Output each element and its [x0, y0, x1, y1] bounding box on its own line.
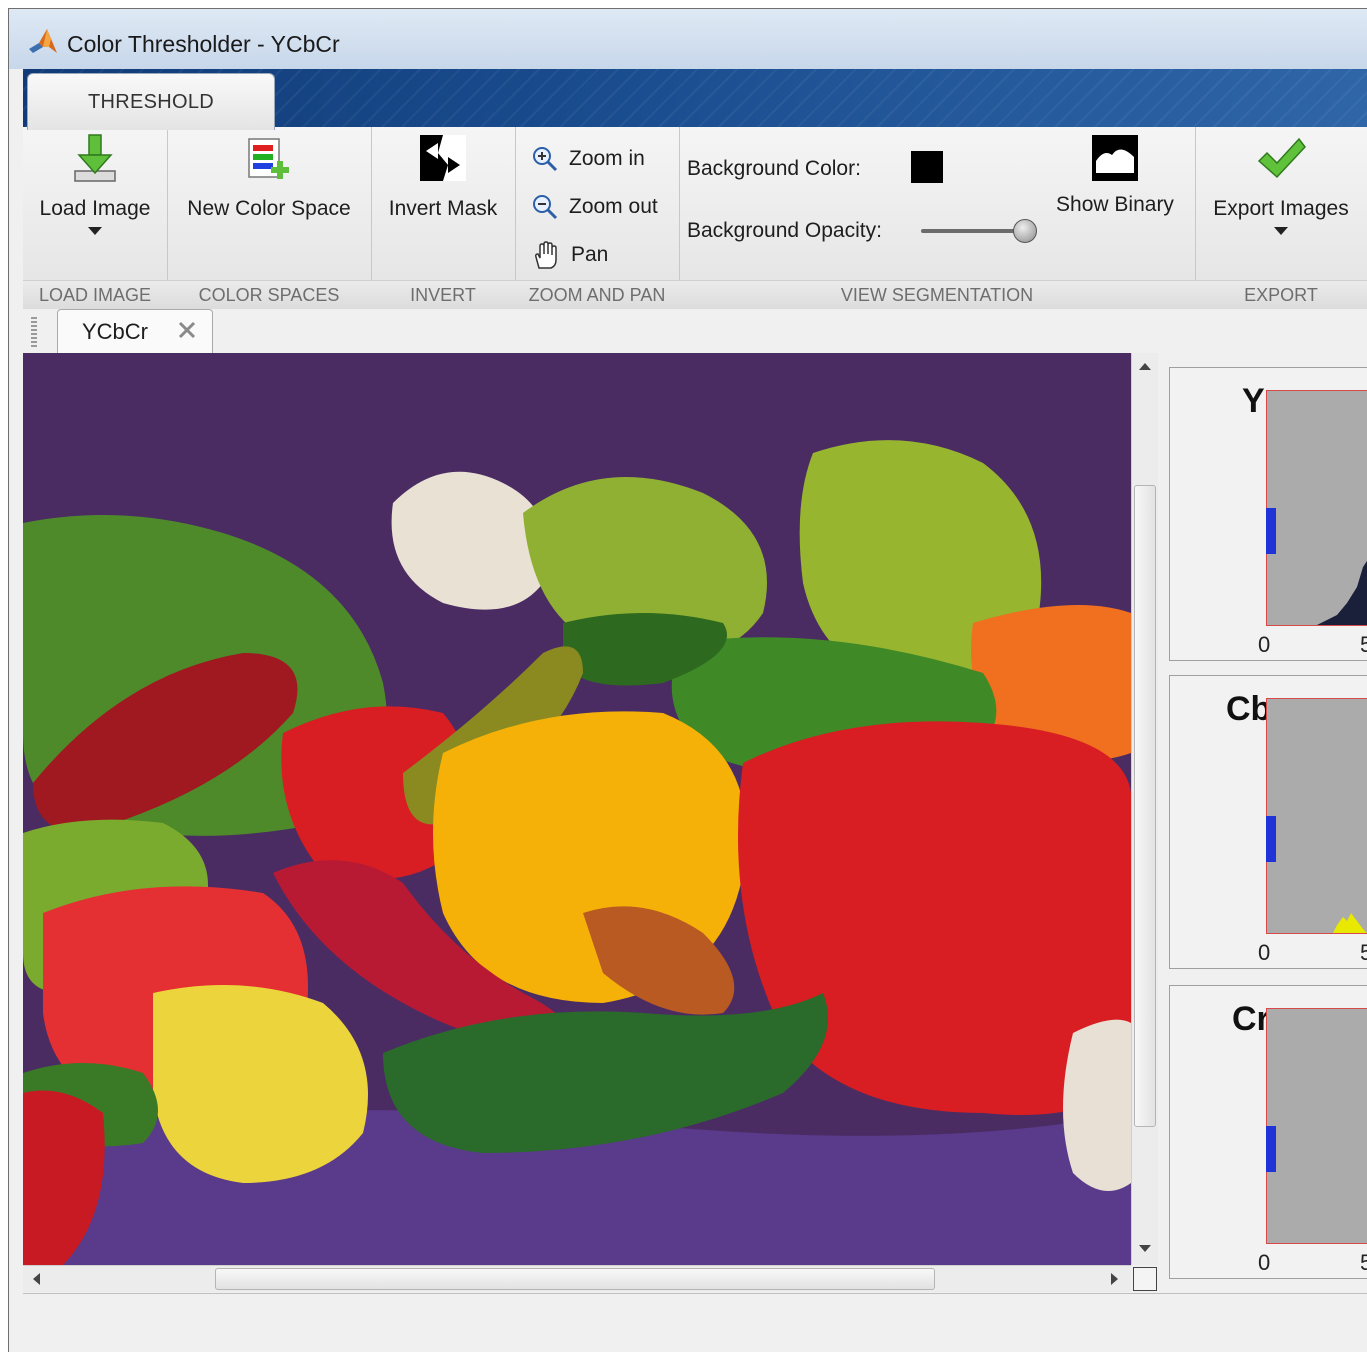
pan-hand-icon [535, 241, 557, 269]
status-bar [23, 1293, 1367, 1352]
horizontal-scroll-thumb[interactable] [215, 1268, 935, 1290]
new-color-space-icon [248, 138, 289, 179]
invert-mask-icon [420, 135, 466, 181]
tab-threshold[interactable]: THRESHOLD [27, 73, 275, 130]
histogram-min-handle[interactable] [1266, 1126, 1276, 1172]
pan-button[interactable]: Pan [531, 237, 608, 273]
section-export: Export Images EXPORT [1195, 127, 1367, 309]
grip-handle-icon[interactable] [31, 317, 37, 347]
section-view-segmentation: Background Color: Background Opacity: Sh… [679, 127, 1196, 309]
zoom-out-button[interactable]: Zoom out [531, 189, 658, 225]
histogram-plot[interactable] [1266, 698, 1367, 934]
histogram-cb: Cb 0 5 [1169, 675, 1367, 969]
scroll-up-icon[interactable] [1139, 363, 1151, 370]
toolstrip: Load Image LOAD IMAGE New Color Space CO… [23, 127, 1367, 310]
background-opacity-slider-handle[interactable] [1013, 219, 1037, 243]
histogram-channel-label: Cr [1232, 1000, 1270, 1038]
histogram-channel-label: Y [1242, 382, 1265, 420]
image-horizontal-scrollbar[interactable] [23, 1265, 1131, 1292]
zoom-out-icon [533, 195, 558, 220]
vertical-scroll-thumb[interactable] [1134, 485, 1156, 1127]
export-images-label: Export Images [1213, 197, 1349, 220]
histogram-tick-max: 5 [1360, 940, 1367, 966]
export-images-button[interactable]: Export Images [1195, 133, 1367, 235]
invert-mask-button[interactable]: Invert Mask [371, 133, 515, 221]
close-icon[interactable] [176, 319, 198, 341]
background-opacity-slider[interactable] [921, 229, 1025, 233]
histogram-tick-max: 5 [1360, 632, 1367, 658]
section-zoom-pan: Zoom in Zoom out Pan ZOOM AND PAN [515, 127, 680, 309]
zoom-in-icon [533, 147, 558, 172]
section-label-zoom-pan: ZOOM AND PAN [515, 280, 679, 309]
peppers-image [23, 353, 1131, 1265]
background-color-label: Background Color: [687, 157, 861, 180]
histogram-min-handle[interactable] [1266, 816, 1276, 862]
image-vertical-scrollbar[interactable] [1131, 353, 1158, 1265]
histogram-cr: Cr 0 5 [1169, 985, 1367, 1279]
histogram-bars [1333, 913, 1367, 933]
app-window: Color Thresholder - YCbCr THRESHOLD Load… [8, 8, 1367, 1352]
section-load-image: Load Image LOAD IMAGE [23, 127, 168, 309]
matlab-logo-icon [29, 29, 57, 53]
scroll-down-icon[interactable] [1139, 1245, 1151, 1252]
checkmark-icon [1257, 137, 1306, 179]
scroll-left-icon[interactable] [33, 1273, 40, 1285]
histogram-y: Y 0 5 [1169, 367, 1367, 661]
load-image-button[interactable]: Load Image [23, 133, 167, 235]
scroll-corner [1133, 1267, 1157, 1291]
title-bar[interactable]: Color Thresholder - YCbCr [9, 9, 1367, 69]
zoom-in-label: Zoom in [569, 147, 645, 170]
histogram-tick-max: 5 [1360, 1250, 1367, 1276]
show-binary-label: Show Binary [1056, 193, 1174, 216]
background-opacity-label: Background Opacity: [687, 219, 882, 242]
document-tab-ycbcr[interactable]: YCbCr [57, 309, 213, 354]
invert-mask-label: Invert Mask [388, 197, 498, 220]
histogram-plot[interactable] [1266, 1008, 1367, 1244]
zoom-in-button[interactable]: Zoom in [531, 141, 645, 177]
histogram-channel-label: Cb [1226, 690, 1272, 728]
document-tab-bar: YCbCr [23, 309, 1367, 354]
scroll-right-icon[interactable] [1111, 1273, 1118, 1285]
histogram-min-handle[interactable] [1266, 508, 1276, 554]
section-label-color-spaces: COLOR SPACES [167, 280, 371, 309]
document-tab-label: YCbCr [82, 319, 149, 344]
pan-label: Pan [571, 243, 609, 266]
histogram-tick-min: 0 [1258, 1250, 1271, 1275]
section-label-invert: INVERT [371, 280, 515, 309]
histogram-bars [1317, 561, 1367, 625]
download-arrow-icon [74, 134, 116, 182]
section-label-view-segmentation: VIEW SEGMENTATION [679, 280, 1195, 309]
new-color-space-label: New Color Space [187, 197, 351, 220]
dropdown-caret-icon[interactable] [88, 227, 102, 235]
background-color-swatch[interactable] [911, 151, 943, 183]
zoom-out-label: Zoom out [569, 195, 658, 218]
new-color-space-button[interactable]: New Color Space [167, 133, 371, 221]
histogram-plot[interactable] [1266, 390, 1367, 626]
load-image-label: Load Image [39, 197, 151, 220]
window-title: Color Thresholder - YCbCr [67, 31, 340, 57]
section-label-export: EXPORT [1195, 280, 1367, 309]
section-invert: Invert Mask INVERT [371, 127, 516, 309]
show-binary-icon [1092, 135, 1138, 181]
section-label-load-image: LOAD IMAGE [23, 280, 167, 309]
image-view[interactable] [23, 353, 1131, 1265]
dropdown-caret-icon[interactable] [1274, 227, 1288, 235]
histogram-tick-min: 0 [1258, 632, 1271, 657]
show-binary-button[interactable]: Show Binary [1045, 133, 1185, 217]
section-color-spaces: New Color Space COLOR SPACES [167, 127, 372, 309]
histogram-tick-min: 0 [1258, 940, 1271, 965]
